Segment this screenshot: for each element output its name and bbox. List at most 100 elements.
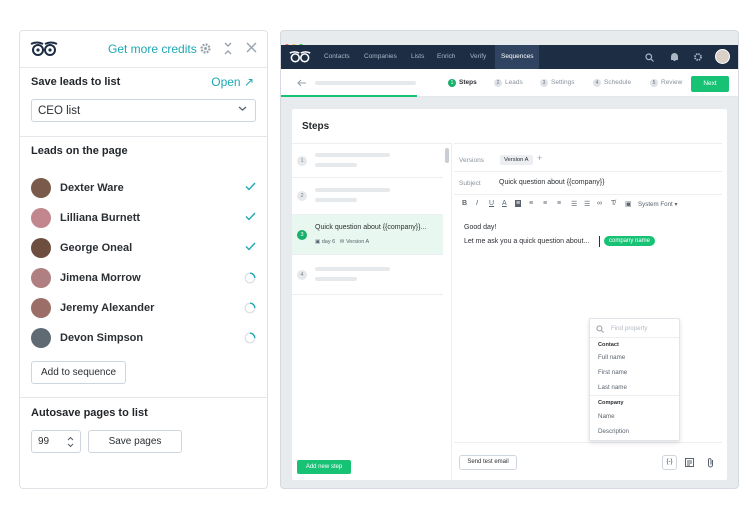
nav-companies[interactable]: Companies	[364, 53, 397, 60]
nav-enrich[interactable]: Enrich	[437, 53, 455, 60]
property-last-name[interactable]: Last name	[598, 384, 627, 391]
step-tab-schedule[interactable]: 4 Schedule	[593, 79, 631, 87]
lead-name: Jimena Morrow	[60, 272, 141, 284]
body-line-1[interactable]: Good day!	[464, 224, 496, 231]
get-credits-link[interactable]: Get more credits	[108, 42, 197, 56]
bullet-list-icon[interactable]: ☰	[571, 200, 577, 208]
text-cursor	[599, 236, 600, 247]
placeholder-bar	[315, 267, 390, 271]
lead-name: Jeremy Alexander	[60, 302, 155, 314]
add-to-sequence-button[interactable]: Add to sequence	[31, 361, 126, 384]
step-item[interactable]: 1	[292, 144, 443, 178]
add-step-button[interactable]: Add new step	[297, 460, 351, 474]
nav-verify[interactable]: Verify	[470, 53, 486, 60]
company-variable-chip[interactable]: company name	[604, 236, 656, 246]
step-number: 4	[297, 270, 307, 280]
lead-row[interactable]: Jeremy Alexander	[31, 298, 256, 318]
step-meta: ▣ day 6 ✉ Version A	[315, 239, 370, 245]
underline-icon[interactable]: U	[489, 200, 494, 207]
gear-icon[interactable]	[693, 52, 703, 62]
scrollbar[interactable]	[445, 148, 449, 163]
step-number: 5	[650, 79, 658, 87]
save-pages-button[interactable]: Save pages	[88, 430, 182, 453]
logo-icon	[289, 51, 311, 63]
step-tab-settings[interactable]: 3 Settings	[540, 79, 575, 87]
numbered-list-icon[interactable]: ☰	[584, 200, 590, 208]
stepper-arrows-icon[interactable]	[67, 436, 74, 448]
send-test-email-button[interactable]: Send test email	[459, 455, 517, 470]
open-list-link[interactable]: Open ↗	[211, 75, 254, 89]
leads-title: Leads on the page	[31, 145, 128, 157]
pages-stepper[interactable]: 99	[31, 430, 81, 453]
insert-variable-button[interactable]: {-}	[662, 455, 677, 470]
step-tab-steps[interactable]: 1 Steps	[448, 79, 477, 87]
step-item-active[interactable]: 3 Quick question about {{company}}... ▣ da…	[292, 215, 443, 255]
step-subject: Quick question about {{company}}...	[315, 224, 427, 231]
step-tab-leads[interactable]: 2 Leads	[494, 79, 523, 87]
step-label: Leads	[505, 79, 523, 86]
template-icon[interactable]	[685, 458, 694, 467]
align-right-icon[interactable]: ≡	[543, 200, 547, 207]
bell-icon[interactable]	[670, 52, 679, 62]
property-first-name[interactable]: First name	[598, 369, 627, 376]
align-justify-icon[interactable]: ≡	[557, 200, 561, 207]
pages-value: 99	[38, 436, 50, 447]
placeholder-bar	[315, 81, 416, 85]
step-item[interactable]: 2	[292, 178, 443, 215]
avatar[interactable]	[715, 49, 730, 64]
app-window: Contacts Companies Lists Enrich Verify S…	[280, 30, 739, 489]
property-full-name[interactable]: Full name	[598, 354, 625, 361]
lead-name: Lilliana Burnett	[60, 212, 141, 224]
step-item[interactable]: 4	[292, 255, 443, 295]
link-icon[interactable]: ∞	[597, 200, 602, 207]
text-color-icon[interactable]: A	[502, 200, 507, 207]
subject-label: Subject	[459, 180, 481, 187]
placeholder-bar	[315, 153, 390, 157]
nav-sequences[interactable]: Sequences	[495, 45, 539, 69]
lead-row[interactable]: Dexter Ware	[31, 178, 256, 198]
subject-input[interactable]: Quick question about {{company}}	[499, 179, 604, 186]
extension-panel: Get more credits Save leads to list Open…	[19, 30, 268, 489]
close-icon[interactable]	[246, 42, 257, 53]
email-editor: Versions Version A + Subject Quick quest…	[454, 143, 722, 480]
back-arrow-icon[interactable]	[297, 79, 307, 87]
collapse-icon[interactable]	[223, 42, 233, 55]
font-select[interactable]: System Font ▾	[638, 201, 678, 208]
step-label: Settings	[551, 79, 575, 86]
find-property-input[interactable]: Find property	[611, 325, 647, 332]
placeholder-bar	[315, 188, 390, 192]
nav-contacts[interactable]: Contacts	[324, 53, 350, 60]
step-label: Review	[661, 79, 683, 86]
avatar	[31, 268, 51, 288]
lead-row[interactable]: Jimena Morrow	[31, 268, 256, 288]
step-tab-review[interactable]: 5 Review	[650, 79, 682, 87]
add-version-icon[interactable]: +	[537, 153, 542, 163]
bold-icon[interactable]: B	[462, 200, 467, 207]
divider	[590, 395, 679, 396]
step-number: 3	[297, 230, 307, 240]
next-button[interactable]: Next	[691, 76, 729, 92]
property-description[interactable]: Description	[598, 428, 629, 435]
version-chip[interactable]: Version A	[500, 155, 533, 165]
align-left-icon[interactable]: ≡	[515, 200, 522, 207]
search-icon[interactable]	[645, 53, 654, 62]
property-name[interactable]: Name	[598, 413, 615, 420]
gear-icon[interactable]	[199, 42, 212, 55]
list-select[interactable]: CEO list	[31, 99, 256, 122]
lead-row[interactable]: Lilliana Burnett	[31, 208, 256, 228]
align-center-icon[interactable]: ≡	[529, 200, 533, 207]
lead-row[interactable]: George Oneal	[31, 238, 256, 258]
step-number: 2	[494, 79, 502, 87]
nav-lists[interactable]: Lists	[411, 53, 424, 60]
body-line-2[interactable]: Let me ask you a quick question about...	[464, 238, 589, 245]
lead-row[interactable]: Devon Simpson	[31, 328, 256, 348]
clear-format-icon[interactable]: T̸	[611, 200, 615, 207]
loading-spinner-icon	[244, 272, 256, 284]
paperclip-icon[interactable]	[707, 457, 714, 468]
top-nav: Contacts Companies Lists Enrich Verify S…	[281, 45, 738, 69]
italic-icon[interactable]: I	[476, 200, 478, 207]
image-icon[interactable]: ▣	[625, 200, 632, 208]
contact-group-heading: Contact	[598, 342, 619, 348]
step-label: Steps	[459, 79, 477, 86]
loading-spinner-icon	[244, 332, 256, 344]
